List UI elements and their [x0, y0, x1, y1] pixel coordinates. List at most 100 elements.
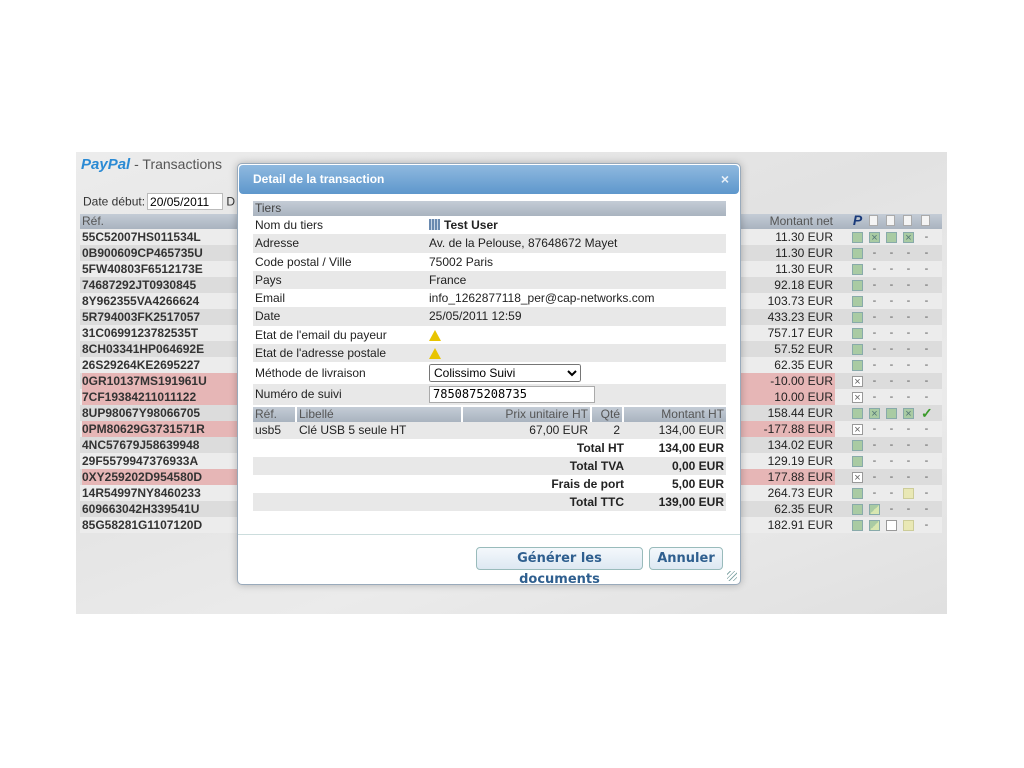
transaction-ref[interactable]: 0XY259202D954580D: [82, 469, 237, 485]
invoice-icon[interactable]: [869, 215, 878, 226]
transaction-ref[interactable]: 14R54997NY8460233: [82, 485, 237, 501]
status-none: -: [924, 311, 929, 323]
net-amount: 11.30 EUR: [775, 230, 833, 244]
transaction-ref[interactable]: 26S29264KE2695227: [82, 357, 237, 373]
date-start-input[interactable]: [147, 193, 224, 210]
field-city: Code postal / Ville 75002 Paris: [253, 253, 726, 271]
col-amount[interactable]: Montant net: [740, 214, 835, 228]
status-none: -: [924, 279, 929, 291]
net-amount: 433.23 EUR: [767, 310, 833, 324]
status-none: -: [872, 359, 877, 371]
transaction-ref[interactable]: 5FW40803F6512173E: [82, 261, 237, 277]
status-box-g: [852, 360, 863, 371]
col-ref: Réf.: [253, 407, 295, 423]
status-none: -: [924, 247, 929, 259]
label: Nom du tiers: [255, 218, 324, 232]
col-unit-price: Prix unitaire HT: [463, 407, 590, 423]
close-icon[interactable]: ×: [721, 165, 729, 194]
tracking-number-input[interactable]: [429, 385, 595, 403]
label: Numéro de suivi: [255, 387, 342, 402]
company-icon: [429, 219, 440, 230]
transaction-ref[interactable]: 74687292JT0930845: [82, 277, 237, 293]
status-none: -: [872, 247, 877, 259]
transaction-ref[interactable]: 609663042H339541U: [82, 501, 237, 517]
status-none: -: [872, 263, 877, 275]
logo-pal: Pal: [107, 156, 131, 173]
shipping-method-select[interactable]: Colissimo Suivi: [429, 364, 581, 383]
status-none: -: [872, 327, 877, 339]
transaction-ref[interactable]: 8UP98067Y98066705: [82, 405, 237, 421]
transaction-ref[interactable]: 85G58281G1107120D: [82, 517, 237, 533]
value[interactable]: Test User: [444, 218, 498, 232]
resize-handle[interactable]: [727, 571, 737, 581]
status-none: -: [889, 503, 894, 515]
transaction-ref[interactable]: 0PM80629G3731571R: [82, 421, 237, 437]
status-none: -: [924, 423, 929, 435]
status-none: -: [906, 359, 911, 371]
net-amount: 11.30 EUR: [775, 262, 833, 276]
status-none: -: [872, 455, 877, 467]
cancel-button[interactable]: Annuler: [649, 547, 723, 570]
status-box-g: [886, 408, 897, 419]
status-none: -: [906, 311, 911, 323]
status-none: -: [924, 231, 929, 243]
status-box-x: ×: [852, 424, 863, 436]
transaction-ref[interactable]: 0B900609CP465735U: [82, 245, 237, 261]
status-box-g: [852, 264, 863, 275]
label: Date: [255, 309, 281, 324]
net-amount: 62.35 EUR: [774, 358, 833, 372]
mail-icon[interactable]: [921, 215, 930, 226]
field-tracking: Numéro de suivi: [253, 384, 726, 406]
page-title: - Transactions: [130, 156, 223, 172]
status-none: -: [872, 295, 877, 307]
transaction-ref[interactable]: 8CH03341HP064692E: [82, 341, 237, 357]
status-none: -: [906, 423, 911, 435]
net-amount: 129.19 EUR: [767, 454, 833, 468]
status-none: -: [872, 311, 877, 323]
transaction-ref[interactable]: 5R794003FK2517057: [82, 309, 237, 325]
transaction-ref[interactable]: 55C52007HS011534L: [82, 229, 237, 245]
date-end-label: D: [226, 194, 236, 209]
transaction-ref[interactable]: 8Y962355VA4266624: [82, 293, 237, 309]
logo-pay: Pay: [81, 156, 108, 173]
status-box-g: [852, 328, 863, 339]
status-none: -: [906, 343, 911, 355]
dialog-titlebar[interactable]: Detail de la transaction ×: [239, 165, 739, 194]
value: France: [429, 272, 467, 287]
col-ref[interactable]: Réf.: [82, 214, 104, 228]
transaction-ref[interactable]: 7CF19384211011122: [82, 389, 237, 405]
paypal-icon[interactable]: P: [852, 213, 863, 227]
field-email: Email info_1262877118_per@cap-networks.co…: [253, 289, 726, 307]
status-none: -: [906, 247, 911, 259]
warning-icon: [429, 348, 441, 360]
transaction-ref[interactable]: 0GR10137MS191961U: [82, 373, 237, 389]
net-amount: -177.88 EUR: [740, 421, 835, 437]
shipping-icon[interactable]: [886, 215, 895, 226]
label: Etat de l'email du payeur: [255, 327, 387, 342]
status-box-g: [852, 248, 863, 259]
status-box-gx: ×: [869, 232, 880, 244]
document-icon[interactable]: [903, 215, 912, 226]
status-none: -: [889, 327, 894, 339]
status-none: -: [889, 295, 894, 307]
status-none: -: [924, 343, 929, 355]
status-none: -: [924, 391, 929, 403]
status-box-g: [852, 344, 863, 355]
transaction-ref[interactable]: 31C0699123782535T: [82, 325, 237, 341]
check-icon: ✓: [921, 405, 933, 421]
value: 139,00 EUR: [658, 495, 724, 510]
field-name: Nom du tiers Test User: [253, 216, 726, 234]
status-box-g: [852, 456, 863, 467]
status-none: -: [924, 295, 929, 307]
status-none: -: [924, 439, 929, 451]
transaction-ref[interactable]: 4NC57679J58639948: [82, 437, 237, 453]
generate-documents-button[interactable]: Générer les documents: [476, 547, 643, 587]
label: Total TTC: [569, 495, 624, 510]
status-none: -: [872, 439, 877, 451]
status-box-x: ×: [852, 392, 863, 404]
status-box-g: [852, 296, 863, 307]
item-amount: 134,00 EUR: [658, 423, 724, 438]
transaction-ref[interactable]: 29F5579947376933A: [82, 453, 237, 469]
net-amount: 11.30 EUR: [775, 246, 833, 260]
status-box-g: [852, 520, 863, 531]
